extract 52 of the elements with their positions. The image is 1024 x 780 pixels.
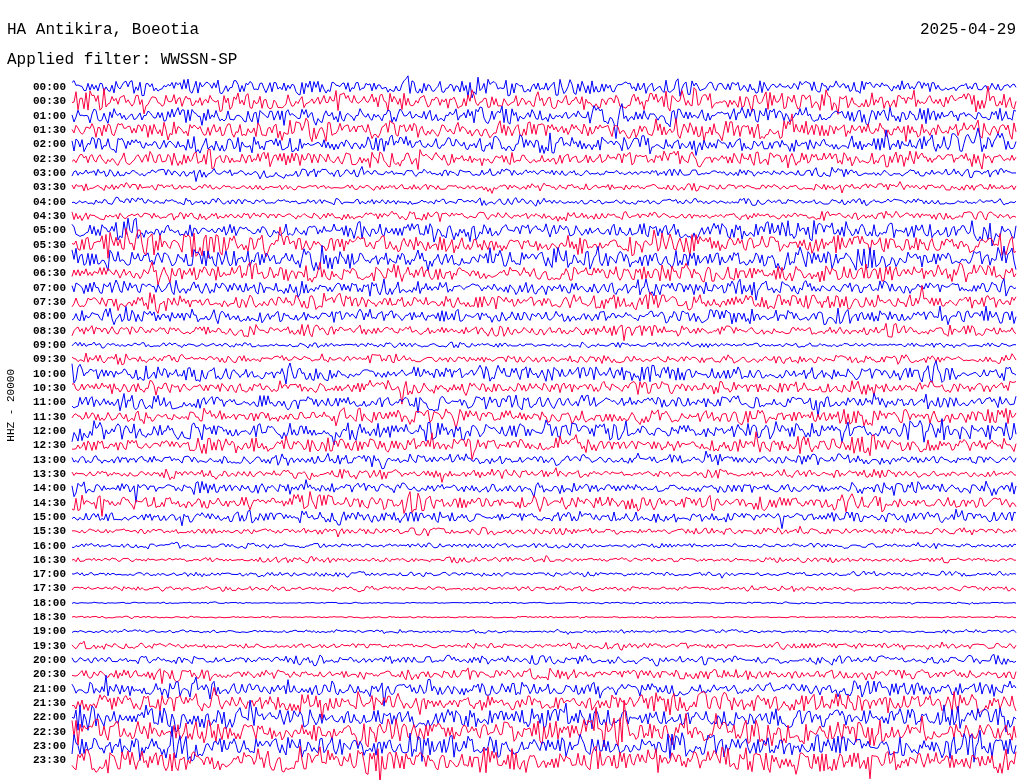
time-label: 16:30: [32, 552, 66, 568]
time-label: 06:30: [32, 266, 66, 281]
time-label: 22:00: [32, 710, 66, 725]
time-label: 13:00: [32, 452, 66, 467]
time-label: 05:30: [32, 237, 66, 252]
time-label: 16:00: [32, 538, 66, 553]
time-label: 02:30: [32, 151, 66, 166]
station-title: HA Antikira, Boeotia: [7, 20, 200, 41]
time-label: 09:00: [32, 337, 66, 353]
time-label: 11:30: [32, 409, 66, 424]
time-label: 00:00: [32, 80, 66, 95]
time-label: 10:30: [32, 380, 66, 396]
time-label: 07:30: [32, 294, 66, 310]
time-label: 03:00: [32, 165, 66, 181]
time-label: 17:30: [32, 581, 66, 596]
time-label: 21:00: [32, 681, 66, 697]
time-label: 18:30: [32, 610, 66, 625]
time-label: 09:30: [32, 352, 66, 367]
time-label: 20:30: [32, 667, 66, 682]
time-label: 11:00: [32, 395, 66, 410]
time-label: 03:30: [32, 180, 66, 195]
time-label: 12:30: [32, 438, 66, 453]
time-label: 08:00: [32, 309, 66, 324]
time-label: 02:00: [32, 137, 66, 152]
axis-label: HHZ - 20000: [5, 368, 17, 442]
time-label: 15:30: [32, 524, 66, 539]
time-label: 14:30: [32, 495, 66, 510]
time-label: 23:30: [32, 753, 66, 768]
time-label: 22:30: [32, 724, 66, 740]
time-label: 08:30: [32, 323, 66, 338]
time-label: 10:00: [32, 366, 66, 381]
time-label: 04:00: [32, 194, 66, 209]
time-label: 12:00: [32, 423, 66, 439]
time-label: 01:30: [32, 123, 66, 138]
time-label: 05:00: [32, 223, 66, 238]
time-label: 19:30: [32, 638, 66, 654]
time-label: 00:30: [32, 94, 66, 109]
time-label: 06:00: [32, 251, 66, 267]
time-label: 19:00: [32, 624, 66, 639]
filter-label: Applied filter: WWSSN-SP: [7, 50, 238, 71]
time-label: 01:00: [32, 108, 66, 123]
time-label: 07:00: [32, 280, 66, 295]
time-label: 18:00: [32, 595, 66, 611]
time-label: 20:00: [32, 653, 66, 668]
date-label: 2025-04-29: [920, 20, 1016, 41]
time-label: 17:00: [32, 567, 66, 582]
time-label: 04:30: [32, 208, 66, 224]
time-label: 21:30: [32, 696, 66, 711]
time-label: 23:00: [32, 739, 66, 754]
time-label: 15:00: [32, 509, 66, 525]
time-label: 13:30: [32, 466, 66, 482]
time-label: 14:00: [32, 481, 66, 496]
